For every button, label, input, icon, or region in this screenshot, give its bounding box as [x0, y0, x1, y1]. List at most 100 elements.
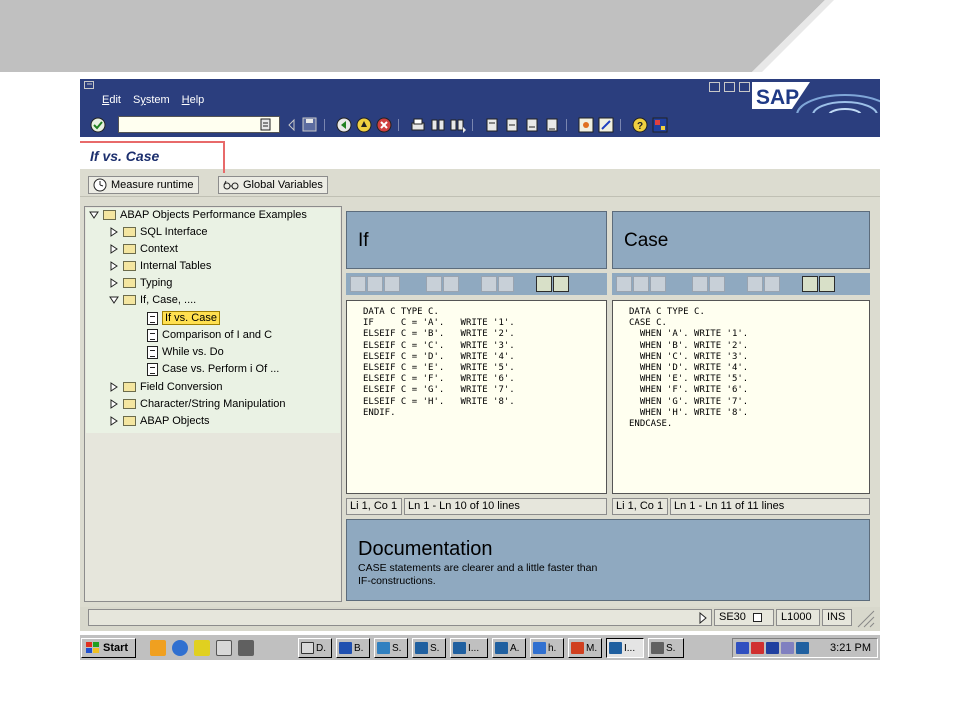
tree-node-case-vs-perform[interactable]: Case vs. Perform i Of ...	[147, 361, 279, 377]
taskbar-button[interactable]: S.	[374, 638, 408, 658]
collapsed-triangle-icon[interactable]	[109, 278, 119, 288]
upload-icon[interactable]	[802, 276, 818, 292]
collapsed-triangle-icon[interactable]	[109, 399, 119, 409]
tree-node-abap-objects[interactable]: ABAP Objects	[109, 413, 210, 429]
help-icon[interactable]: ?	[632, 117, 648, 133]
tree-node-root[interactable]: ABAP Objects Performance Examples	[89, 207, 307, 223]
tray-volume-icon[interactable]	[781, 642, 794, 654]
tree-node-if-vs-case[interactable]: If vs. Case	[147, 310, 220, 326]
first-page-icon[interactable]	[484, 117, 500, 133]
quicklaunch-media-icon[interactable]	[150, 640, 166, 656]
undo-icon[interactable]	[692, 276, 708, 292]
print-icon[interactable]	[410, 117, 426, 133]
redo-icon[interactable]	[443, 276, 459, 292]
enter-icon[interactable]	[90, 117, 106, 133]
taskbar-button[interactable]: h.	[530, 638, 564, 658]
resize-grip-icon[interactable]	[854, 610, 876, 628]
last-page-icon[interactable]	[544, 117, 560, 133]
expanded-triangle-icon[interactable]	[89, 210, 99, 220]
find-next-icon[interactable]	[450, 117, 466, 133]
back-icon[interactable]	[336, 117, 352, 133]
tree-node-comparison[interactable]: Comparison of I and C	[147, 327, 272, 343]
folder-icon	[123, 416, 136, 426]
quicklaunch-edit-icon[interactable]	[216, 640, 232, 656]
tree-node-typing[interactable]: Typing	[109, 275, 172, 291]
taskbar-button-label: S.	[666, 642, 676, 654]
find-next-icon[interactable]	[498, 276, 514, 292]
exit-icon[interactable]	[356, 117, 372, 133]
start-label: Start	[103, 642, 129, 654]
taskbar-button[interactable]: A.	[492, 638, 526, 658]
menu-edit[interactable]: Edit	[102, 94, 121, 106]
command-field[interactable]	[118, 116, 280, 133]
tray-network-icon[interactable]	[736, 642, 749, 654]
quicklaunch-display-icon[interactable]	[238, 640, 254, 656]
cut-icon[interactable]	[616, 276, 632, 292]
paste-icon[interactable]	[384, 276, 400, 292]
taskbar-button[interactable]: I...	[450, 638, 488, 658]
measure-runtime-button[interactable]: Measure runtime	[88, 176, 199, 194]
paste-icon[interactable]	[650, 276, 666, 292]
command-dropdown-icon[interactable]	[260, 118, 276, 134]
save-icon[interactable]	[302, 117, 318, 133]
windows-logo-icon	[86, 642, 99, 653]
tray-app-icon[interactable]	[766, 642, 779, 654]
layout-icon[interactable]	[652, 117, 668, 133]
tree-node-string-manipulation[interactable]: Character/String Manipulation	[109, 396, 286, 412]
collapsed-triangle-icon[interactable]	[109, 244, 119, 254]
cancel-icon[interactable]	[376, 117, 392, 133]
maximize-button[interactable]	[724, 82, 735, 92]
collapsed-triangle-icon[interactable]	[109, 227, 119, 237]
previous-page-icon[interactable]	[504, 117, 520, 133]
copy-icon[interactable]	[367, 276, 383, 292]
next-page-icon[interactable]	[524, 117, 540, 133]
collapsed-triangle-icon[interactable]	[109, 416, 119, 426]
cut-icon[interactable]	[350, 276, 366, 292]
tray-sap-icon[interactable]	[796, 642, 809, 654]
tree-node-while-vs-do[interactable]: While vs. Do	[147, 344, 224, 360]
collapsed-triangle-icon[interactable]	[109, 382, 119, 392]
insert-mode-field[interactable]: INS	[822, 609, 852, 626]
tree-node-internal-tables[interactable]: Internal Tables	[109, 258, 211, 274]
create-session-icon[interactable]	[578, 117, 594, 133]
find-next-icon[interactable]	[764, 276, 780, 292]
collapse-command-icon[interactable]	[286, 117, 302, 133]
window-menu-icon[interactable]	[84, 81, 96, 91]
start-button[interactable]: Start	[81, 638, 136, 658]
if-code-editor[interactable]: DATA C TYPE C. IF C = 'A'. WRITE '1'. EL…	[346, 300, 607, 494]
tray-word-icon[interactable]	[751, 642, 764, 654]
find-icon[interactable]	[747, 276, 763, 292]
close-button[interactable]	[739, 82, 750, 92]
minimize-button[interactable]	[709, 82, 720, 92]
global-variables-button[interactable]: Global Variables	[218, 176, 328, 194]
undo-icon[interactable]	[426, 276, 442, 292]
tree-node-sql-interface[interactable]: SQL Interface	[109, 224, 207, 240]
case-code-editor[interactable]: DATA C TYPE C. CASE C. WHEN 'A'. WRITE '…	[612, 300, 870, 494]
menu-system[interactable]: System	[133, 94, 170, 106]
find-icon[interactable]	[430, 117, 446, 133]
copy-icon[interactable]	[633, 276, 649, 292]
taskbar-button[interactable]: D.	[298, 638, 332, 658]
status-expand-icon[interactable]	[698, 612, 708, 624]
upload-icon[interactable]	[536, 276, 552, 292]
tree-node-field-conversion[interactable]: Field Conversion	[109, 379, 223, 395]
download-icon[interactable]	[553, 276, 569, 292]
system-info-icon[interactable]	[752, 612, 762, 622]
collapsed-triangle-icon[interactable]	[109, 261, 119, 271]
taskbar-button[interactable]: B.	[336, 638, 370, 658]
quicklaunch-app-icon[interactable]	[194, 640, 210, 656]
tree-node-if-case[interactable]: If, Case, ....	[109, 292, 196, 308]
menu-help[interactable]: Help	[182, 94, 205, 106]
taskbar-button[interactable]: S.	[412, 638, 446, 658]
find-icon[interactable]	[481, 276, 497, 292]
taskbar-button[interactable]: S.	[648, 638, 684, 658]
redo-icon[interactable]	[709, 276, 725, 292]
download-icon[interactable]	[819, 276, 835, 292]
shortcut-icon[interactable]	[598, 117, 614, 133]
expanded-triangle-icon[interactable]	[109, 295, 119, 305]
taskbar-button-active[interactable]: I...	[606, 638, 644, 658]
tree-node-context[interactable]: Context	[109, 241, 178, 257]
system-tray: 3:21 PM	[732, 638, 878, 658]
quicklaunch-browser-icon[interactable]	[172, 640, 188, 656]
taskbar-button[interactable]: M.	[568, 638, 602, 658]
